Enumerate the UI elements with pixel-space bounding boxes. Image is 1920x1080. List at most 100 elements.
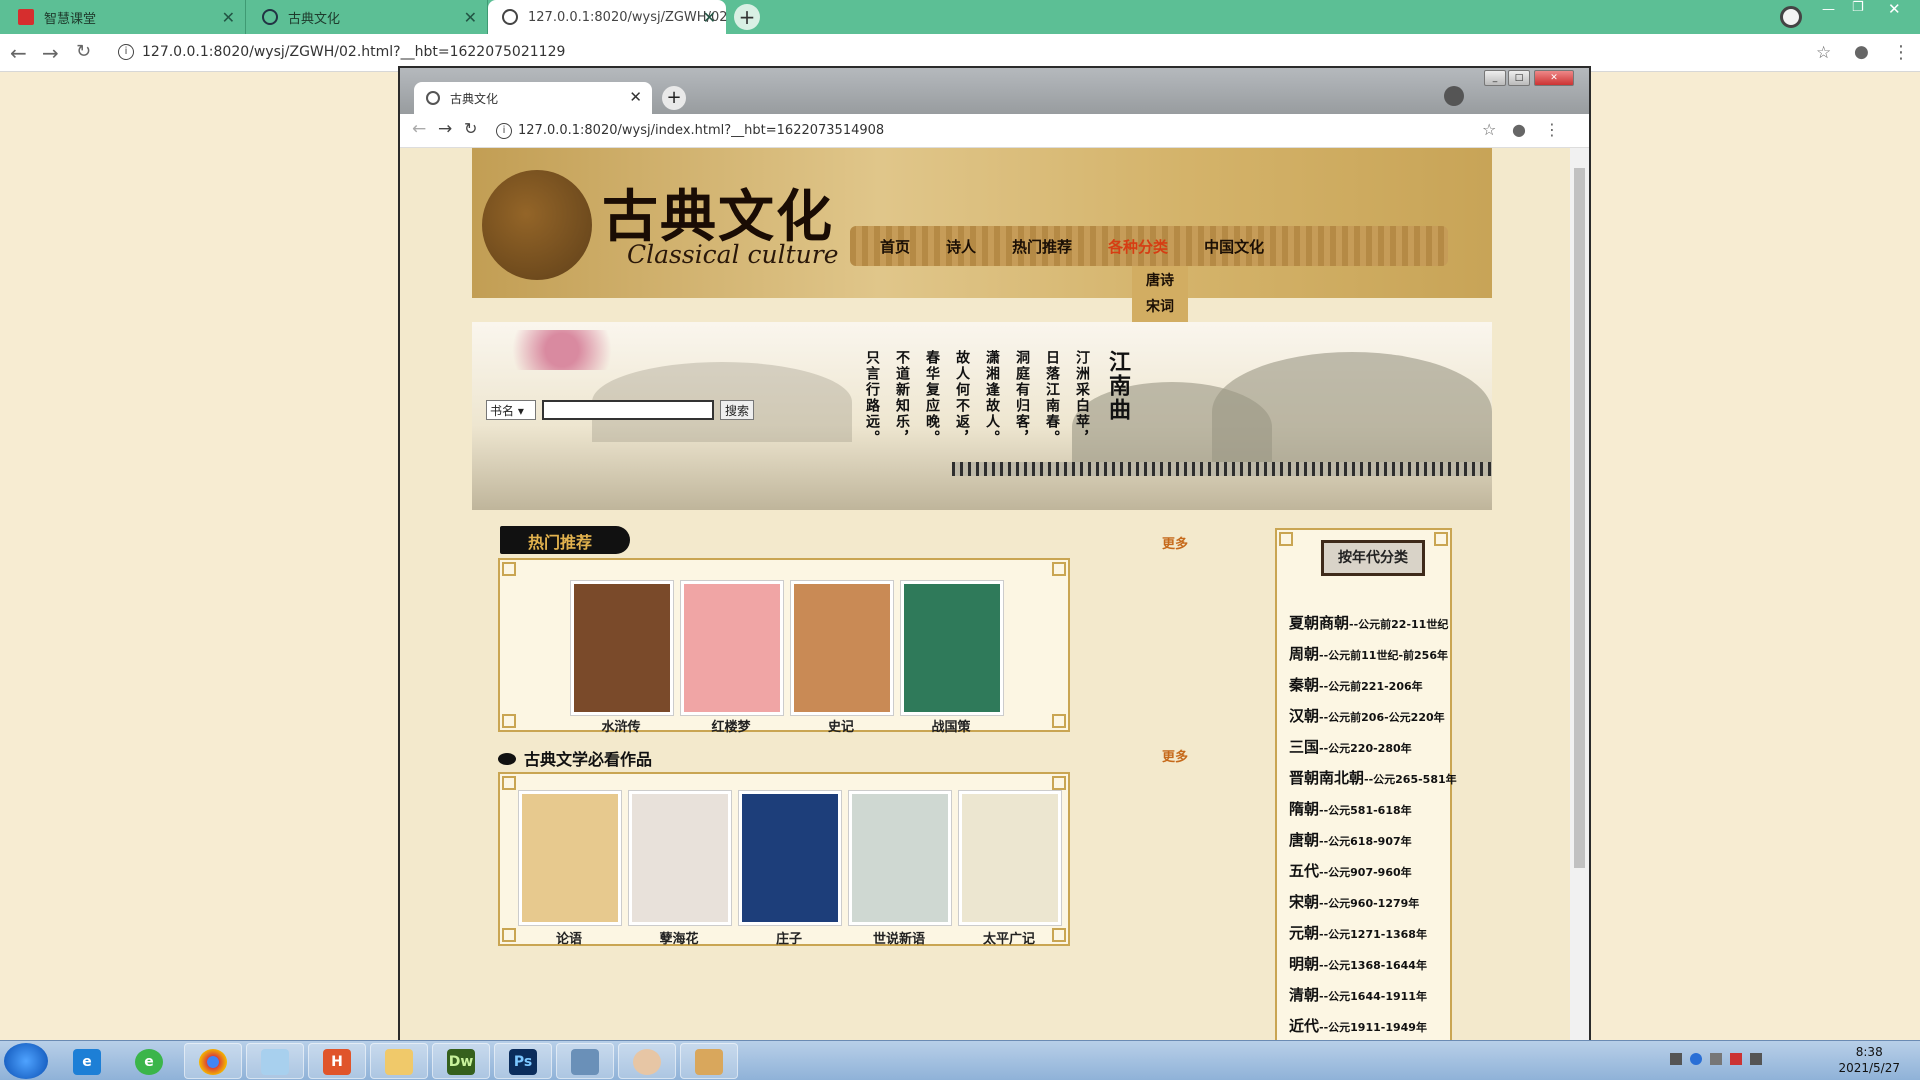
volume-icon[interactable] [1750, 1053, 1762, 1065]
outer-tab-active[interactable]: 127.0.0.1:8020/wysj/ZGWH/02 ✕ [488, 0, 728, 34]
era-item[interactable]: 宋朝--公元960-1279年 [1289, 891, 1419, 912]
new-tab-button[interactable]: + [734, 4, 760, 30]
dropdown-item-songci[interactable]: 宋词 [1132, 294, 1188, 320]
taskbar-photoshop[interactable]: Ps [494, 1043, 552, 1079]
era-item[interactable]: 五代--公元907-960年 [1289, 860, 1412, 881]
taskbar-dreamweaver[interactable]: Dw [432, 1043, 490, 1079]
taskbar-avatar[interactable] [618, 1043, 676, 1079]
book-title[interactable]: 世说新语 [844, 928, 954, 947]
book-title[interactable]: 庄子 [734, 928, 844, 947]
search-type-select[interactable]: 书名 ▾ [486, 400, 536, 420]
era-name: 宋朝 [1289, 893, 1320, 911]
era-item[interactable]: 晋朝南北朝--公元265-581年 [1289, 767, 1457, 788]
maximize-icon[interactable]: □ [1508, 70, 1530, 86]
inner-tab[interactable]: 古典文化 ✕ [414, 82, 652, 114]
book-title[interactable]: 孽海花 [624, 928, 734, 947]
menu-icon[interactable]: ⋮ [1892, 42, 1910, 63]
help-icon[interactable] [1690, 1053, 1702, 1065]
era-item[interactable]: 近代--公元1911-1949年 [1289, 1015, 1427, 1036]
book-title[interactable]: 红楼梦 [676, 716, 786, 735]
book-shuihu[interactable] [570, 580, 674, 716]
book-title[interactable]: 战国策 [896, 716, 1006, 735]
bookmark-star-icon[interactable]: ☆ [1482, 120, 1496, 139]
taskbar-explorer[interactable] [370, 1043, 428, 1079]
nav-categories[interactable]: 各种分类 [1108, 236, 1168, 257]
reload-icon[interactable]: ↻ [76, 41, 91, 62]
nav-home[interactable]: 首页 [880, 236, 910, 257]
minimize-icon[interactable]: — [1822, 2, 1835, 17]
info-icon[interactable]: i [118, 44, 134, 60]
close-icon[interactable]: ✕ [222, 8, 235, 27]
book-title[interactable]: 史记 [786, 716, 896, 735]
book-title[interactable]: 太平广记 [954, 928, 1064, 947]
info-icon[interactable]: i [496, 123, 512, 139]
flag-icon[interactable] [1730, 1053, 1742, 1065]
reload-icon[interactable]: ↻ [464, 119, 477, 138]
book-taiping[interactable] [958, 790, 1062, 926]
close-icon[interactable]: ✕ [629, 88, 642, 106]
book-lunyu[interactable] [518, 790, 622, 926]
outer-tab-gudian[interactable]: 古典文化 ✕ [248, 0, 488, 34]
nav-poets[interactable]: 诗人 [946, 236, 976, 257]
keyboard-icon[interactable] [1670, 1053, 1682, 1065]
url-field[interactable]: 127.0.0.1:8020/wysj/index.html?__hbt=162… [518, 123, 884, 138]
start-button[interactable] [4, 1043, 48, 1079]
new-tab-button[interactable]: + [662, 86, 686, 110]
profile-icon[interactable]: ● [1854, 42, 1869, 62]
dropdown-item-tangshi[interactable]: 唐诗 [1132, 268, 1188, 294]
book-shiji[interactable] [790, 580, 894, 716]
forward-icon[interactable]: → [42, 41, 59, 65]
taskbar-chrome[interactable] [184, 1043, 242, 1079]
taskbar-360[interactable]: e [120, 1043, 178, 1079]
back-icon[interactable]: ← [412, 119, 426, 139]
book-zhanguoce[interactable] [900, 580, 1004, 716]
era-item[interactable]: 汉朝--公元前206-公元220年 [1289, 705, 1445, 726]
back-icon[interactable]: ← [10, 41, 27, 65]
book-niehaihua[interactable] [628, 790, 732, 926]
nav-hot[interactable]: 热门推荐 [1012, 236, 1072, 257]
book-title[interactable]: 论语 [514, 928, 624, 947]
era-item[interactable]: 周朝--公元前11世纪-前256年 [1289, 643, 1448, 664]
taskbar-paint[interactable] [680, 1043, 738, 1079]
era-item[interactable]: 三国--公元220-280年 [1289, 736, 1412, 757]
nav-chinese-culture[interactable]: 中国文化 [1204, 236, 1264, 257]
search-input[interactable] [542, 400, 714, 420]
forward-icon[interactable]: → [438, 119, 452, 139]
maximize-icon[interactable]: ❐ [1852, 0, 1864, 15]
close-icon[interactable]: ✕ [703, 8, 716, 27]
classics-more-link[interactable]: 更多 [1162, 746, 1188, 765]
url-field[interactable]: 127.0.0.1:8020/wysj/ZGWH/02.html?__hbt=1… [142, 44, 565, 60]
menu-icon[interactable]: ⋮ [1544, 120, 1560, 139]
book-zhuangzi[interactable] [738, 790, 842, 926]
era-item[interactable]: 元朝--公元1271-1368年 [1289, 922, 1427, 943]
era-item[interactable]: 秦朝--公元前221-206年 [1289, 674, 1423, 695]
bookmark-star-icon[interactable]: ☆ [1816, 43, 1831, 63]
era-item[interactable]: 唐朝--公元618-907年 [1289, 829, 1412, 850]
taskbar-screen[interactable] [556, 1043, 614, 1079]
era-item[interactable]: 隋朝--公元581-618年 [1289, 798, 1412, 819]
outer-tab-zhihui[interactable]: 智慧课堂 ✕ [4, 0, 246, 34]
minimize-icon[interactable]: _ [1484, 70, 1506, 86]
close-icon[interactable]: ✕ [464, 8, 477, 27]
taskbar-hbuilder[interactable]: H [308, 1043, 366, 1079]
network-icon[interactable] [1710, 1053, 1722, 1065]
era-item[interactable]: 清朝--公元1644-1911年 [1289, 984, 1427, 1005]
book-honglou[interactable] [680, 580, 784, 716]
era-range: --公元1911-1949年 [1319, 1021, 1427, 1034]
era-item[interactable]: 明朝--公元1368-1644年 [1289, 953, 1427, 974]
book-shishuo[interactable] [848, 790, 952, 926]
search-button[interactable]: 搜索 [720, 400, 755, 420]
close-window-icon[interactable]: ✕ [1534, 70, 1574, 86]
tab-search-icon[interactable] [1780, 6, 1802, 28]
tab-search-icon[interactable] [1444, 86, 1464, 106]
era-item[interactable]: 夏朝商朝--公元前22-11世纪 [1289, 612, 1448, 633]
profile-icon[interactable]: ● [1512, 120, 1526, 139]
taskbar-ie[interactable]: e [58, 1043, 116, 1079]
hot-more-link[interactable]: 更多 [1162, 533, 1188, 552]
scrollbar-thumb[interactable] [1574, 168, 1585, 868]
page-scrollbar[interactable] [1570, 148, 1589, 1044]
book-title[interactable]: 水浒传 [566, 716, 676, 735]
taskbar-notepad[interactable] [246, 1043, 304, 1079]
close-window-icon[interactable]: ✕ [1888, 0, 1901, 18]
taskbar-clock[interactable]: 8:38 2021/5/27 [1838, 1044, 1900, 1076]
